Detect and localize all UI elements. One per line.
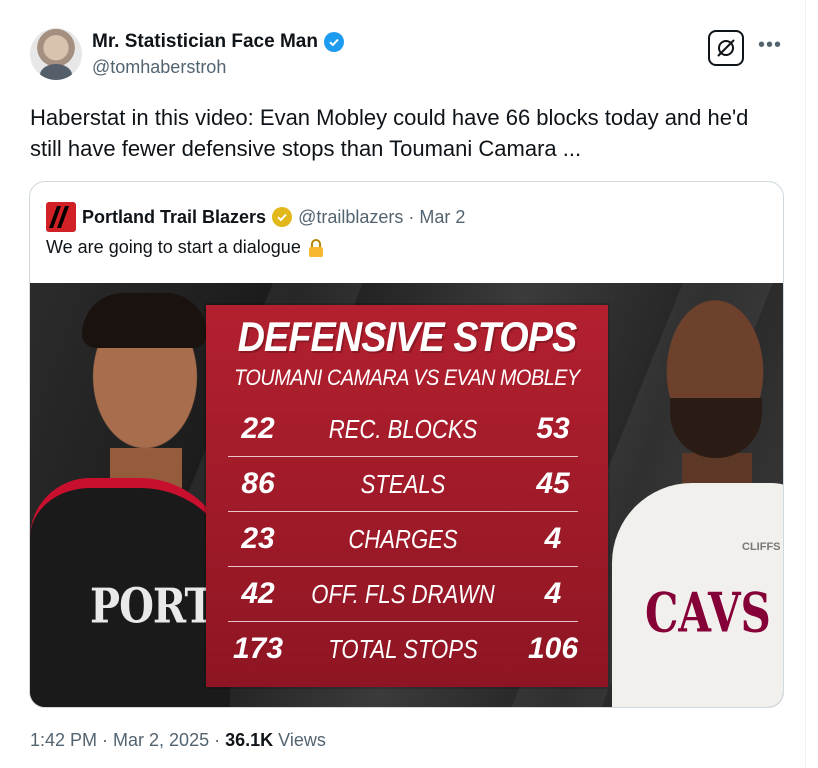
tweet-timestamp[interactable]: 1:42 PM · Mar 2, 2025 · [30,730,225,750]
author-block: Mr. Statistician Face Man @tomhaberstroh [92,30,344,78]
player-left-hair [82,293,207,348]
quote-text: We are going to start a dialogue [46,237,301,257]
stat-left-value: 42 [241,577,275,610]
stat-label: REC. BLOCKS [328,413,478,444]
stat-label: OFF. FLS DRAWN [311,578,495,609]
stat-row: 23 CHARGES 4 [228,512,588,566]
stat-right-value: 53 [536,412,570,445]
lock-icon [308,238,323,257]
stat-row: 42 OFF. FLS DRAWN 4 [228,567,588,621]
grok-icon[interactable] [708,30,744,66]
stat-right-value: 4 [544,577,562,610]
stat-row: 173 TOTAL STOPS 106 [228,622,588,676]
tweet-footer: 1:42 PM · Mar 2, 2025 · 36.1K Views [30,730,326,751]
verified-badge-icon[interactable] [323,32,344,52]
stat-left-value: 173 [232,632,284,665]
stats-title: DEFENSIVE STOPS [237,313,578,360]
timeline-border [805,0,806,768]
stat-row: 22 REC. BLOCKS 53 [228,402,588,456]
quote-text-row: We are going to start a dialogue [46,237,325,258]
stats-subtitle: TOUMANI CAMARA VS EVAN MOBLEY [234,365,580,390]
stat-label: STEALS [360,468,446,499]
quoted-tweet[interactable]: Portland Trail Blazers @trailblazers · M… [29,181,784,708]
tweet-text: Haberstat in this video: Evan Mobley cou… [30,105,749,161]
trail-blazers-logo-icon[interactable] [46,202,76,232]
author-name[interactable]: Mr. Statistician Face Man [92,30,318,54]
views-label: Views [273,730,326,750]
stat-left-value: 86 [241,467,275,500]
stat-right-value: 4 [544,522,562,555]
stats-panel: DEFENSIVE STOPS TOUMANI CAMARA VS EVAN M… [206,305,608,687]
stats-graphic-image[interactable]: PORTLA CAVS CLIFFS DEFENSIVE STOPS TOUMA… [30,283,783,707]
quote-meta: @trailblazers · Mar 2 [298,206,466,227]
gold-verified-badge-icon [272,207,293,227]
stat-label: TOTAL STOPS [328,633,478,664]
stat-label: CHARGES [348,523,458,554]
quote-author-name[interactable]: Portland Trail Blazers [82,207,266,228]
author-handle[interactable]: @tomhaberstroh [92,57,344,78]
stat-left-value: 22 [241,412,275,445]
stat-row: 86 STEALS 45 [228,457,588,511]
quote-header: Portland Trail Blazers @trailblazers · M… [46,202,465,232]
stat-left-value: 23 [241,522,275,555]
more-icon[interactable]: ••• [758,34,782,57]
jersey-right-text: CAVS [645,580,771,645]
stat-right-value: 106 [527,632,579,665]
jersey-sponsor-text: CLIFFS [742,541,781,553]
author-avatar[interactable] [30,28,82,80]
views-count: 36.1K [225,730,274,750]
stat-right-value: 45 [536,467,570,500]
